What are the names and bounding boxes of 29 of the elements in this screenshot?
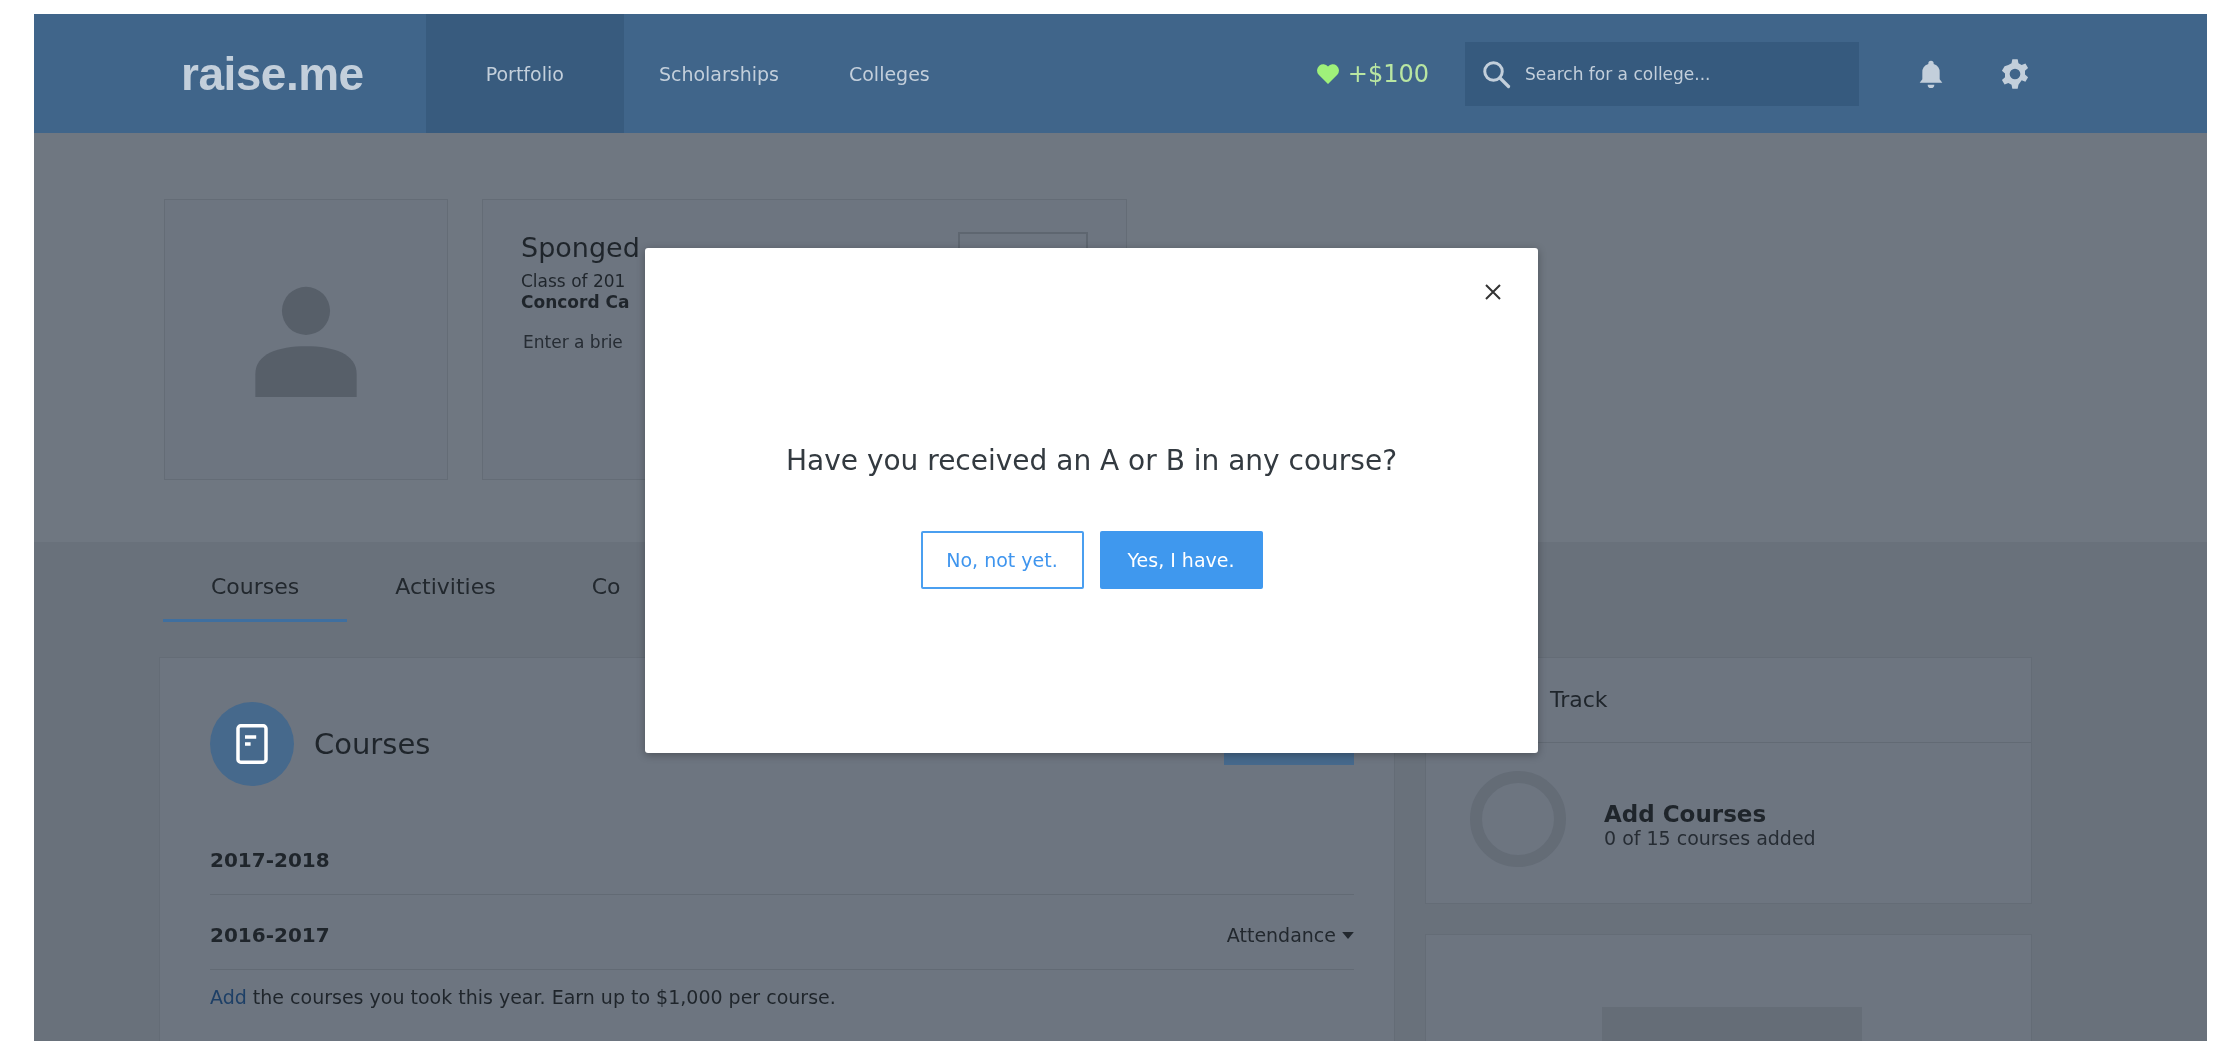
nav-link[interactable]: Scholarships bbox=[623, 14, 814, 133]
courses-added-count: 0 of 15 courses added bbox=[1604, 827, 1816, 849]
year-heading: 2016-2017 bbox=[210, 923, 330, 947]
book-icon bbox=[210, 702, 294, 786]
year-heading: 2017-2018 bbox=[210, 848, 330, 872]
attendance-dropdown[interactable]: Attendance bbox=[1226, 924, 1354, 946]
close-icon[interactable] bbox=[1483, 282, 1503, 302]
search-icon bbox=[1481, 58, 1511, 89]
add-link[interactable]: Add bbox=[210, 986, 247, 1008]
search-field[interactable]: Search for a college... bbox=[1465, 41, 1859, 106]
hint-text: Add the courses you took this year. Earn up to $1,000 per course. bbox=[210, 986, 837, 1008]
student-name: Sponged bbox=[521, 232, 641, 263]
nav-link[interactable]: Colleges bbox=[813, 14, 965, 133]
dialog-question: Have you received an A or B in any course? bbox=[786, 444, 1397, 477]
logo[interactable]: raise.me bbox=[181, 46, 364, 101]
class-year: Class of 201 bbox=[521, 271, 627, 292]
card-title: Courses bbox=[314, 727, 431, 761]
caret-icon bbox=[1342, 931, 1354, 939]
no-button[interactable]: No, not yet. bbox=[920, 531, 1084, 589]
nav-link[interactable]: Portfolio bbox=[425, 14, 624, 133]
task-title: Add Courses bbox=[1604, 801, 1768, 827]
settings-icon[interactable] bbox=[1999, 57, 2031, 90]
earnings-amount: +$100 bbox=[1347, 59, 1429, 88]
yes-button[interactable]: Yes, I have. bbox=[1099, 531, 1263, 589]
tab[interactable]: Activities bbox=[347, 552, 544, 622]
tab[interactable]: Courses bbox=[163, 552, 348, 622]
heart-icon bbox=[1315, 62, 1340, 85]
school-name: Concord Ca bbox=[521, 292, 631, 313]
bio-field[interactable]: Enter a brie bbox=[521, 331, 744, 353]
